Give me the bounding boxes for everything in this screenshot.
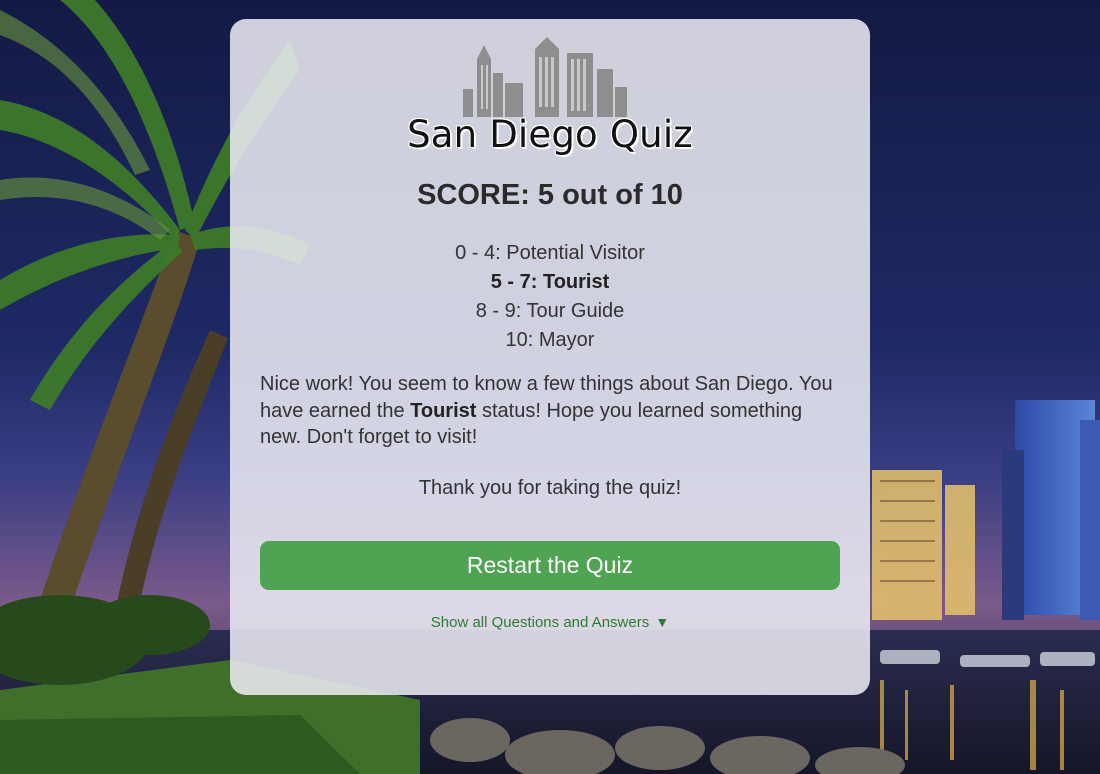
results-card: San Diego Quiz SCORE: 5 out of 10 0 - 4:…	[230, 19, 870, 695]
rank-item: 8 - 9: Tour Guide	[475, 300, 625, 322]
triangle-down-icon: ▼	[655, 614, 670, 630]
thanks-text: Thank you for taking the quiz!	[418, 477, 682, 499]
score-heading: SCORE: 5 out of 10	[417, 179, 683, 211]
rank-item: 10: Mayor	[505, 329, 595, 351]
earned-status: Tourist	[410, 399, 477, 422]
result-message: Nice work! You seem to know a few things…	[260, 371, 840, 451]
rank-list: 0 - 4: Potential Visitor 5 - 7: Tourist …	[230, 239, 870, 355]
rank-item-current: 5 - 7: Tourist	[490, 271, 610, 293]
show-all-answers-link[interactable]: Show all Questions and Answers ▼	[230, 614, 870, 631]
page-title: San Diego Quiz	[407, 113, 693, 156]
rank-item: 0 - 4: Potential Visitor	[455, 242, 645, 264]
show-all-answers-label: Show all Questions and Answers	[430, 614, 650, 631]
restart-quiz-button[interactable]: Restart the Quiz	[260, 541, 840, 590]
quiz-logo: San Diego Quiz	[230, 37, 870, 156]
